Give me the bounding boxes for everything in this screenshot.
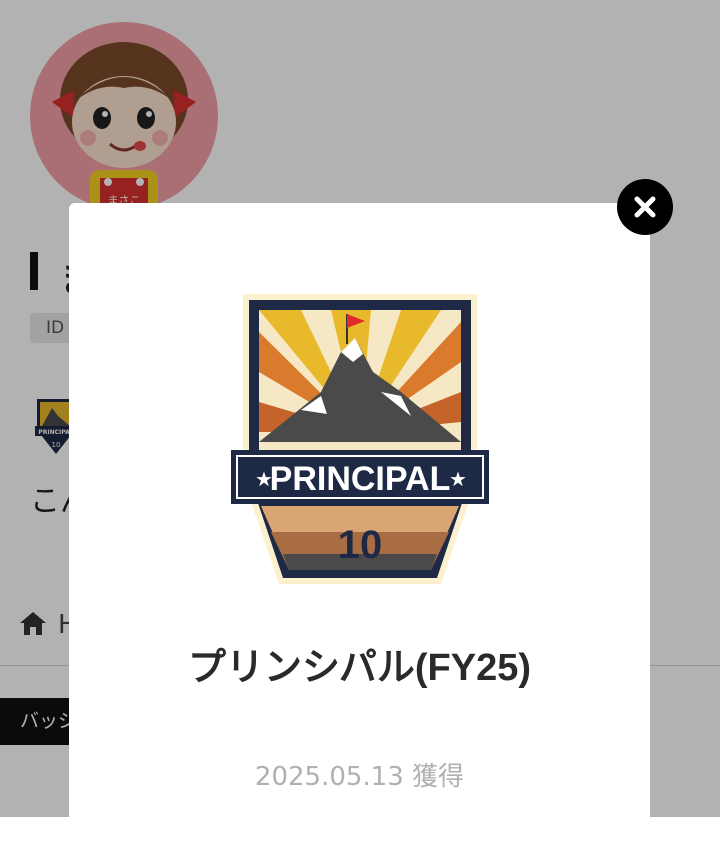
svg-text:★: ★ [449,467,467,491]
badge-number: 10 [338,523,383,567]
svg-text:★: ★ [255,467,273,491]
close-button[interactable] [617,179,673,235]
close-icon [617,196,673,239]
badge-banner-text: PRINCIPAL [270,460,451,498]
badge-image: PRINCIPAL ★ ★ 10 [231,292,489,590]
modal-title: プリンシパル(FY25) [188,647,531,689]
earned-date: 2025.05.13 獲得 [254,762,465,792]
